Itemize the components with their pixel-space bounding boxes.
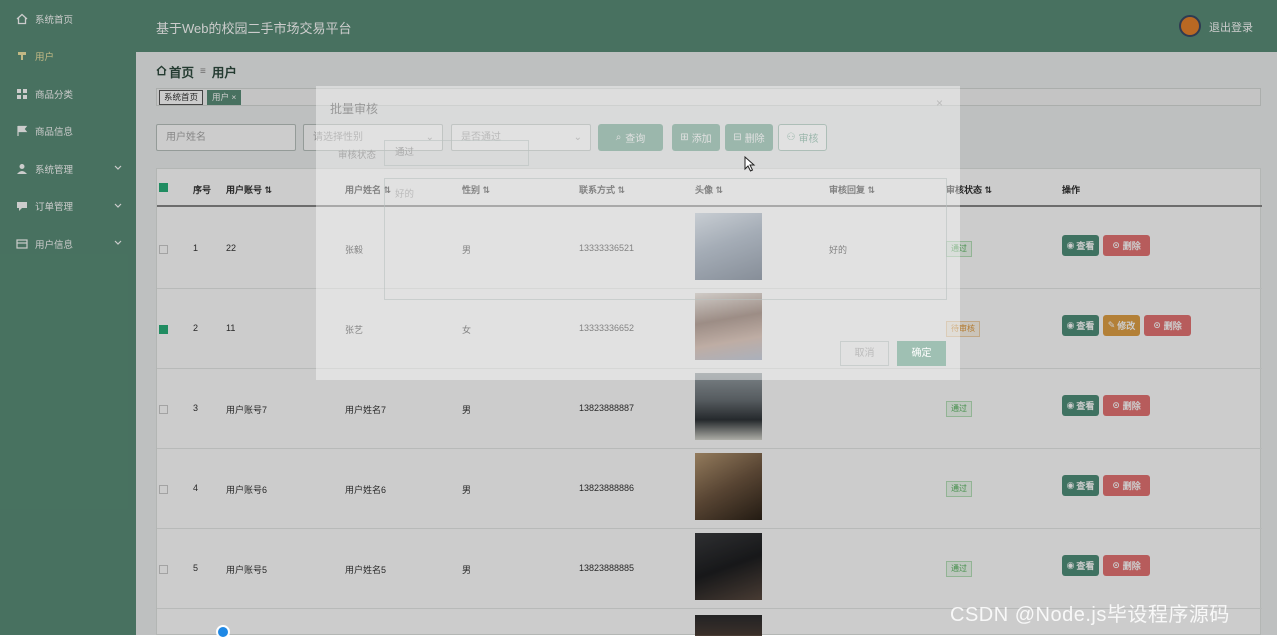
floating-dot-icon xyxy=(216,625,230,639)
watermark: CSDN @Node.js毕设程序源码 xyxy=(950,604,1230,626)
audit-status-select[interactable]: 通过 xyxy=(384,140,529,166)
confirm-button[interactable]: 确定 xyxy=(897,341,946,366)
audit-status-label: 审核状态 xyxy=(338,150,377,161)
batch-audit-dialog: 批量审核 × 审核状态 通过 好的 取消 确定 xyxy=(316,86,960,380)
audit-reply-text: 好的 xyxy=(395,189,415,200)
audit-reply-textarea[interactable]: 好的 xyxy=(384,178,947,300)
close-icon[interactable]: × xyxy=(936,96,943,110)
cancel-button[interactable]: 取消 xyxy=(840,341,889,366)
audit-status-value: 通过 xyxy=(395,147,415,158)
mouse-cursor-icon xyxy=(744,155,756,175)
dialog-title: 批量审核 xyxy=(330,102,379,116)
